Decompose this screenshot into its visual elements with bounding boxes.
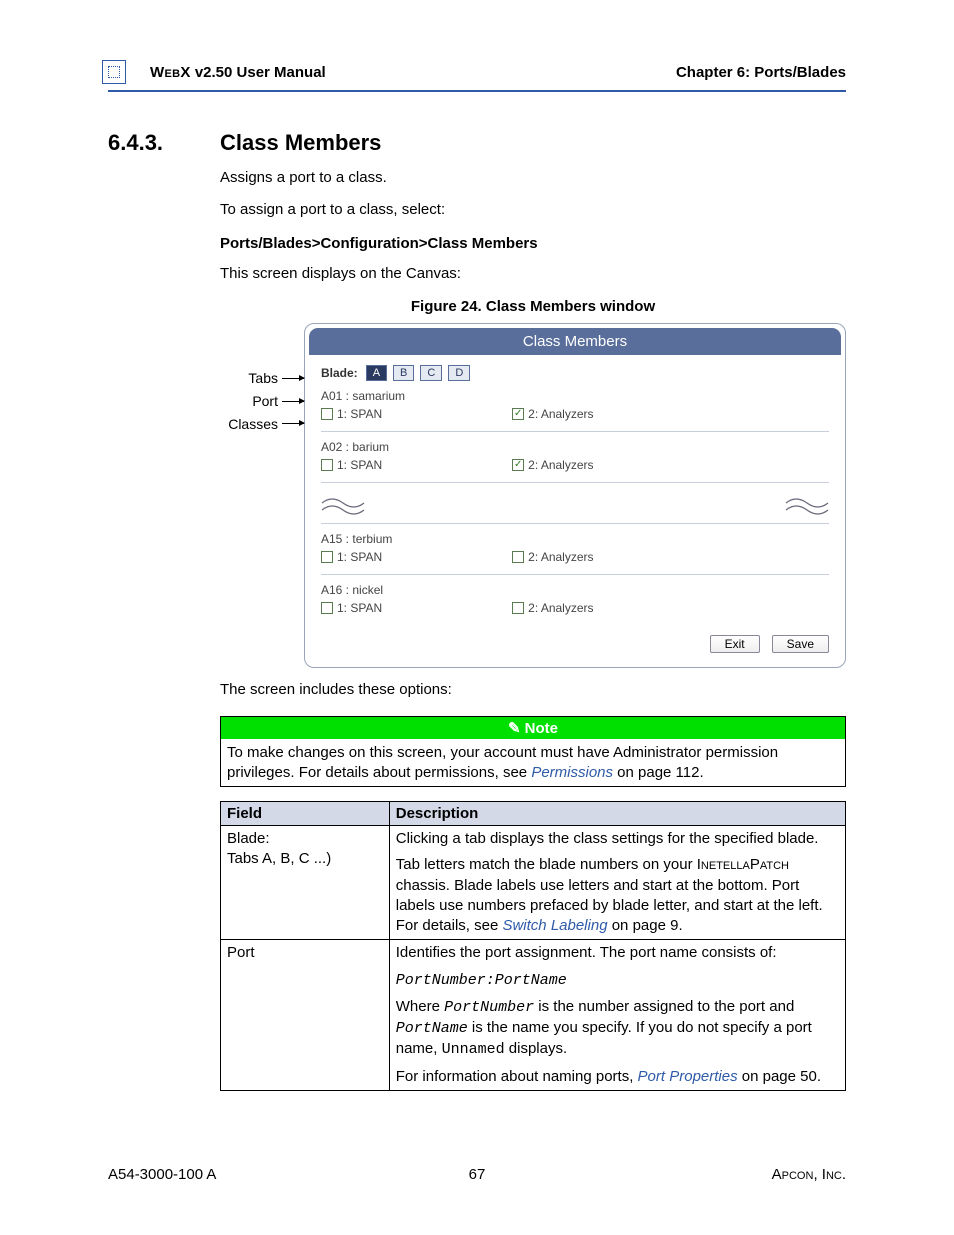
checkbox[interactable] (512, 602, 524, 614)
checkbox[interactable] (512, 551, 524, 563)
window-title: Class Members (309, 328, 841, 355)
para-to-assign: To assign a port to a class, select: (220, 200, 846, 220)
class-label: 1: SPAN (337, 601, 382, 615)
note-icon: ✎ (508, 719, 521, 737)
tab-d[interactable]: D (448, 365, 470, 381)
port-name: A02 : barium (321, 440, 829, 454)
page-header: WebX v2.50 User Manual Chapter 6: Ports/… (108, 60, 846, 88)
callout-classes: Classes (220, 415, 304, 434)
options-intro: The screen includes these options: (220, 680, 846, 700)
desc-text: Tab letters match the blade numbers on y… (396, 855, 839, 936)
port-block: A16 : nickel 1: SPAN 2: Analyzers (321, 583, 829, 625)
chip-icon (102, 60, 126, 84)
port-properties-link[interactable]: Port Properties (638, 1068, 738, 1085)
field-name: Blade: (227, 829, 383, 849)
checkbox[interactable] (321, 602, 333, 614)
port-block: A02 : barium 1: SPAN ✓ 2: Analyzers (321, 440, 829, 483)
arrow-icon (282, 401, 304, 402)
desc-text: For information about naming ports, Port… (396, 1067, 839, 1087)
code-sample: PortNumber:PortName (396, 972, 567, 989)
tab-b[interactable]: B (393, 365, 414, 381)
note-header: ✎ Note (221, 717, 845, 739)
page-footer: A54-3000-100 A 67 Apcon, Inc. (108, 1166, 846, 1183)
wavy-icon (321, 495, 365, 517)
wavy-icon (785, 495, 829, 517)
desc-text: Where PortNumber is the number assigned … (396, 997, 839, 1061)
table-row: Blade: Tabs A, B, C ...) Clicking a tab … (221, 826, 846, 940)
checkbox[interactable] (321, 551, 333, 563)
note-box: ✎ Note To make changes on this screen, y… (220, 716, 846, 787)
para-assigns: Assigns a port to a class. (220, 168, 846, 188)
note-heading-text: Note (525, 720, 558, 737)
header-version: v2.50 User Manual (191, 64, 326, 81)
tab-a[interactable]: A (366, 365, 387, 381)
class-label: 2: Analyzers (528, 407, 593, 421)
port-name: A01 : samarium (321, 389, 829, 403)
arrow-icon (282, 378, 304, 379)
class-label: 1: SPAN (337, 550, 382, 564)
blade-label: Blade: (321, 366, 358, 380)
desc-text: Clicking a tab displays the class settin… (396, 829, 839, 849)
header-title: WebX v2.50 User Manual (150, 64, 326, 81)
figure-caption: Figure 24. Class Members window (220, 298, 846, 315)
figure-wrapper: Tabs Port Classes Class Members Blade: A… (220, 323, 846, 668)
checkbox[interactable] (321, 459, 333, 471)
footer-page-number: 67 (108, 1166, 846, 1183)
note-body: To make changes on this screen, your acc… (221, 739, 845, 786)
class-label: 1: SPAN (337, 458, 382, 472)
blade-tabs-row: Blade: A B C D (321, 365, 829, 381)
header-rule (108, 90, 846, 92)
class-label: 2: Analyzers (528, 601, 593, 615)
checkbox[interactable]: ✓ (512, 408, 524, 420)
field-name-line2: Tabs A, B, C ...) (227, 849, 383, 869)
th-field: Field (221, 802, 390, 826)
save-button[interactable]: Save (772, 635, 829, 653)
breadcrumb-path: Ports/Blades>Configuration>Class Members (220, 235, 846, 252)
callout-port: Port (220, 392, 304, 411)
section-title: Class Members (220, 130, 381, 156)
port-name: A15 : terbium (321, 532, 829, 546)
class-label: 1: SPAN (337, 407, 382, 421)
exit-button[interactable]: Exit (710, 635, 760, 653)
fields-table: Field Description Blade: Tabs A, B, C ..… (220, 801, 846, 1091)
class-label: 2: Analyzers (528, 458, 593, 472)
port-name: A16 : nickel (321, 583, 829, 597)
permissions-link[interactable]: Permissions (531, 764, 613, 781)
checkbox[interactable]: ✓ (512, 459, 524, 471)
header-product: WebX (150, 64, 191, 81)
table-row: Port Identifies the port assignment. The… (221, 940, 846, 1091)
port-block: A15 : terbium 1: SPAN 2: Analyzers (321, 532, 829, 575)
class-members-window: Class Members Blade: A B C D A01 : samar… (304, 323, 846, 668)
switch-labeling-link[interactable]: Switch Labeling (502, 917, 607, 934)
field-name: Port (227, 943, 383, 963)
content-break (321, 489, 829, 524)
header-chapter: Chapter 6: Ports/Blades (676, 64, 846, 81)
callout-column: Tabs Port Classes (220, 323, 304, 668)
para-canvas: This screen displays on the Canvas: (220, 264, 846, 284)
port-block: A01 : samarium 1: SPAN ✓ 2: Analyzers (321, 389, 829, 432)
checkbox[interactable] (321, 408, 333, 420)
arrow-icon (282, 423, 304, 424)
section-heading: 6.4.3. Class Members (108, 130, 846, 156)
th-description: Description (389, 802, 845, 826)
tab-c[interactable]: C (420, 365, 442, 381)
callout-tabs: Tabs (220, 369, 304, 388)
desc-text: Identifies the port assignment. The port… (396, 943, 839, 963)
class-label: 2: Analyzers (528, 550, 593, 564)
section-number: 6.4.3. (108, 130, 220, 156)
